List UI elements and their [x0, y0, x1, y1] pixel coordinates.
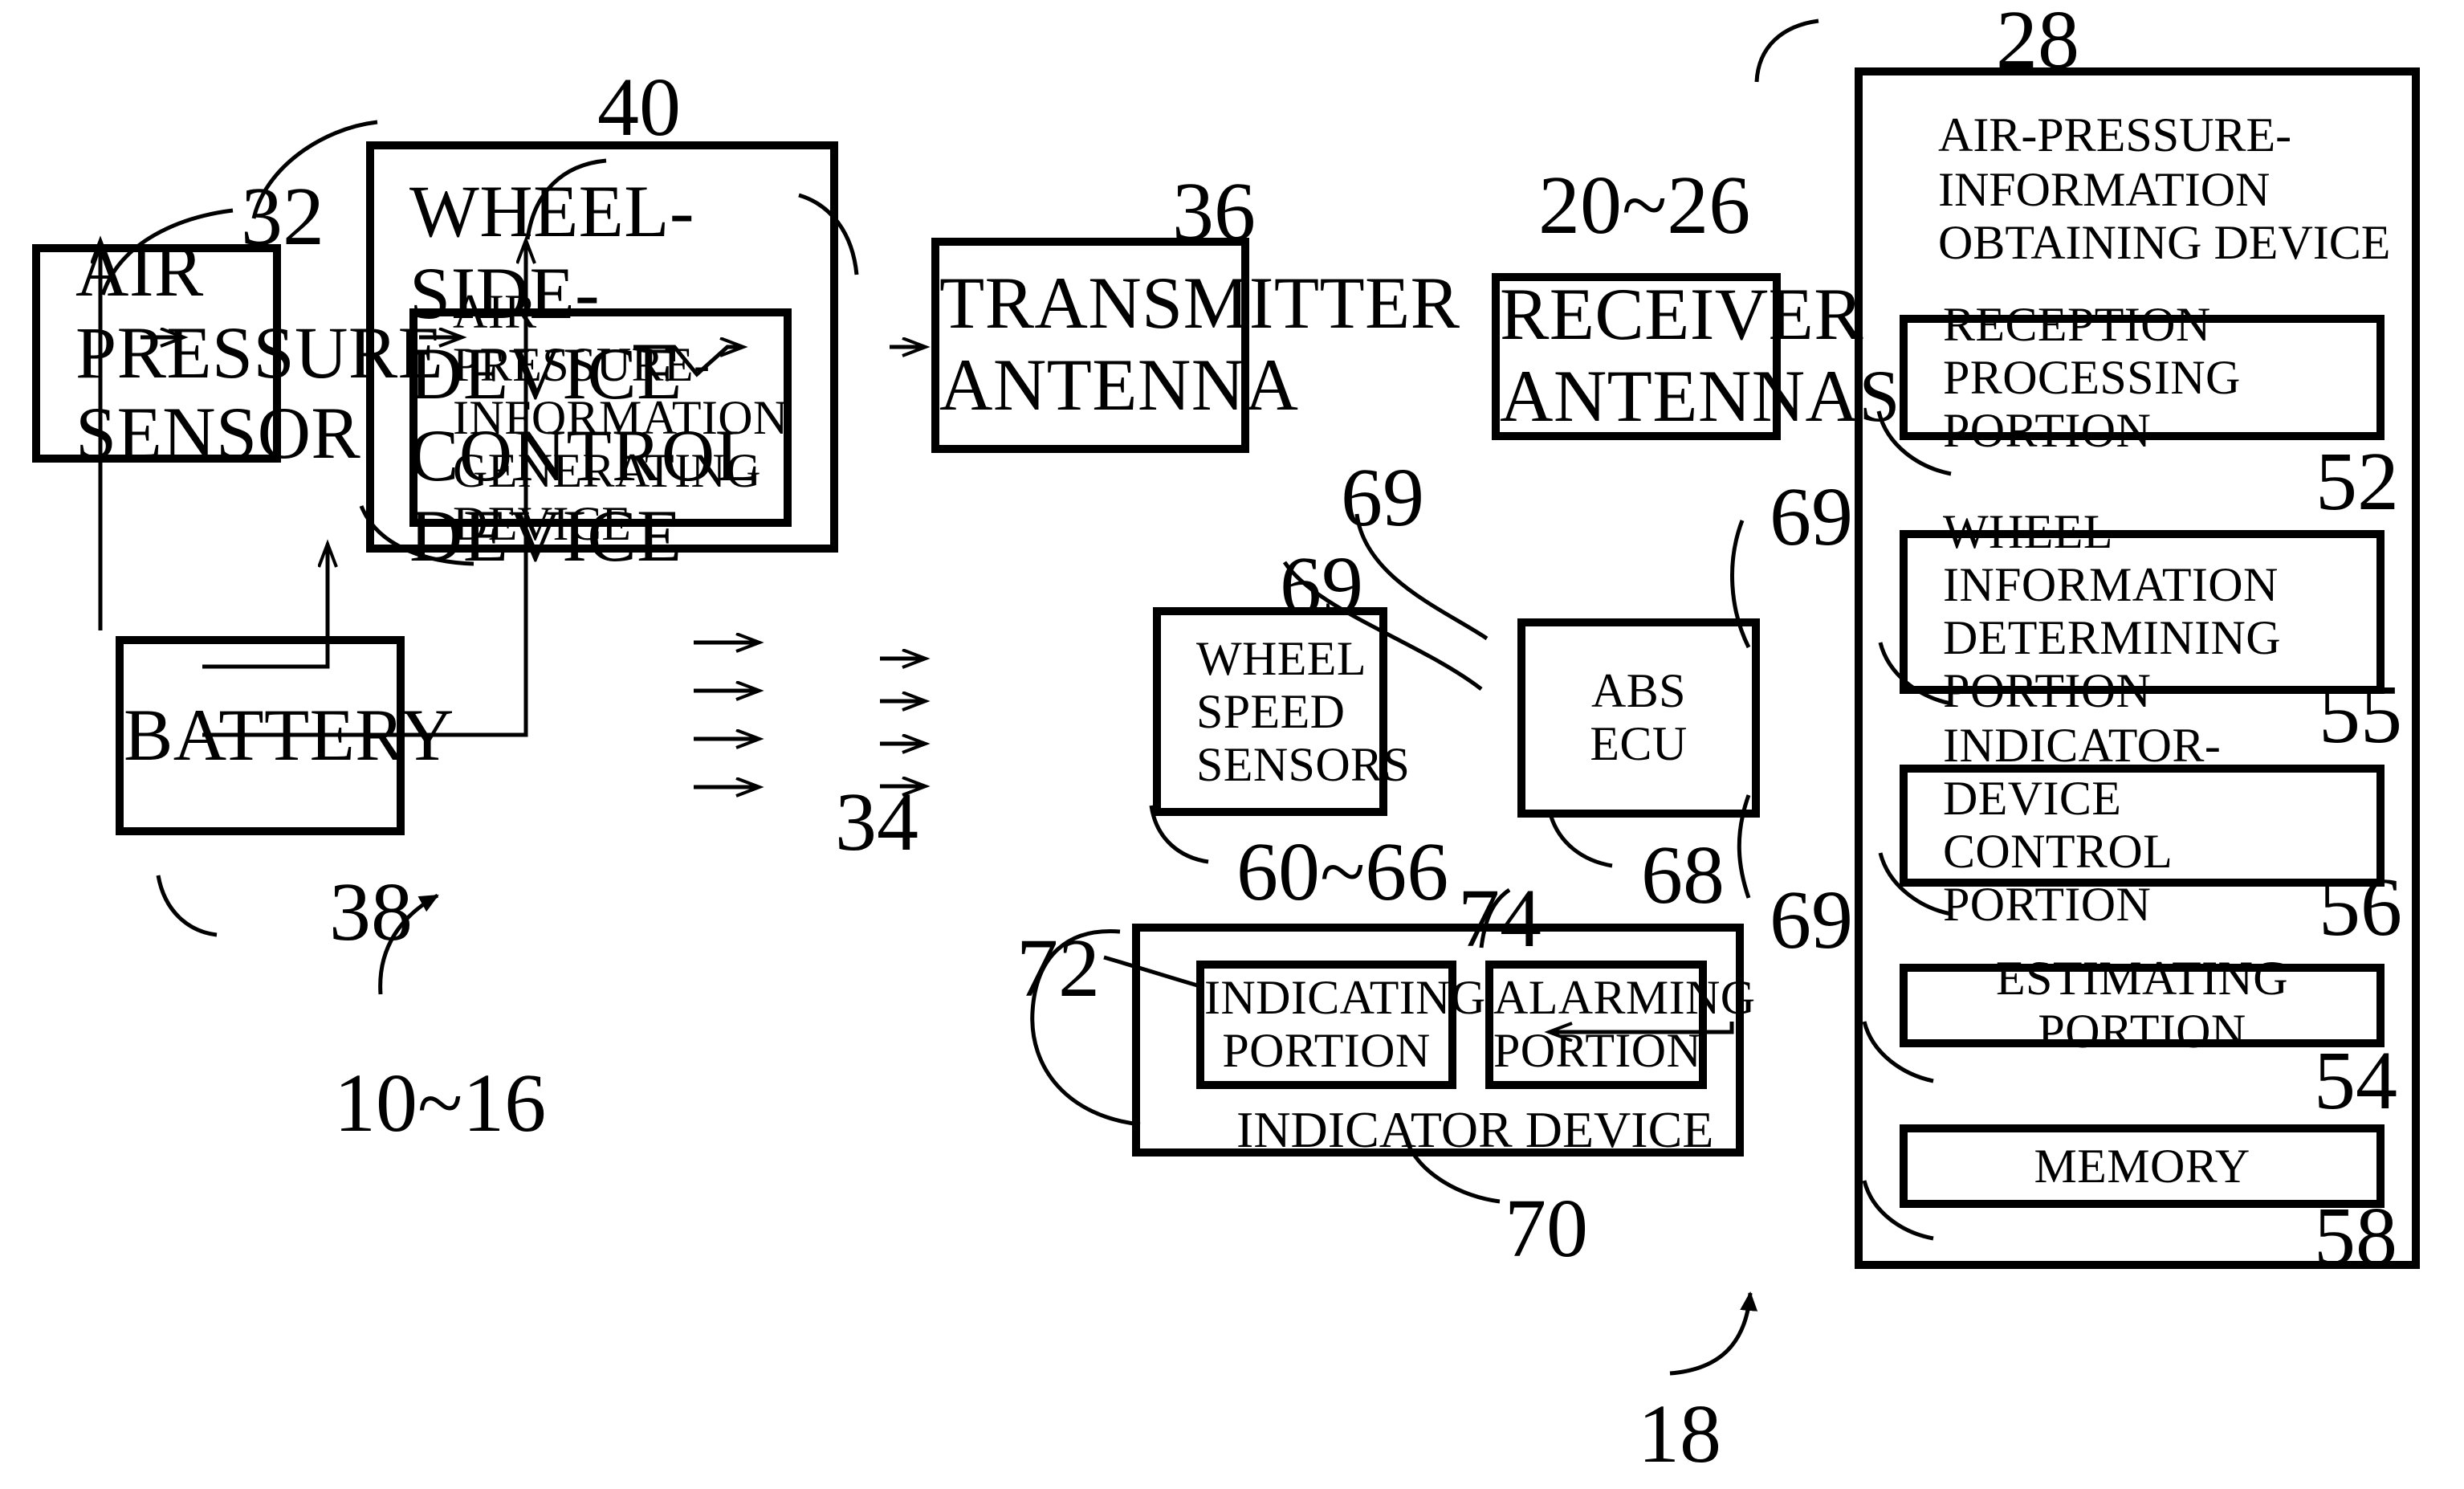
block-air-pressure-sensor[interactable]: AIR PRESSURE SENSOR — [32, 230, 443, 474]
ref-numeral-20-26: 20~26 — [1538, 161, 1751, 252]
block-abs-ecu[interactable]: ABS ECU — [1517, 618, 1760, 818]
panel-indicator-device-title: INDICATOR DEVICE — [1236, 1100, 1714, 1158]
block-receiver-antennas[interactable]: RECEIVER ANTENNAS — [1492, 273, 1900, 440]
block-reception-processing-portion[interactable]: RECEPTION PROCESSING PORTION — [1900, 298, 2385, 457]
block-air-pressure-information-generating-device[interactable]: AIR-PRESSURE- INFORMATION GENERATING DEV… — [409, 285, 792, 550]
block-indicator-device-control-portion-label: INDICATOR-DEVICE CONTROL PORTION — [1943, 720, 2222, 932]
block-battery[interactable]: BATTERY — [116, 636, 454, 835]
block-abs-ecu-label: ABS ECU — [1590, 665, 1688, 771]
block-wheel-information-determining-portion-label: WHEEL-INFORMATION DETERMINING PORTION — [1943, 506, 2282, 718]
block-transmitter-antenna[interactable]: TRANSMITTER ANTENNA — [931, 238, 1460, 453]
ref-numeral-70: 70 — [1505, 1184, 1588, 1275]
block-estimating-portion-label: ESTIMATING PORTION — [1996, 953, 2288, 1059]
block-receiver-antennas-label: RECEIVER ANTENNAS — [1500, 273, 1900, 437]
ref-numeral-34: 34 — [835, 777, 918, 869]
ref-numeral-36: 36 — [1172, 167, 1256, 259]
block-reception-processing-portion-label: RECEPTION PROCESSING PORTION — [1943, 298, 2241, 457]
ref-numeral-69-a: 69 — [1341, 453, 1424, 545]
block-memory-label: MEMORY — [2034, 1140, 2250, 1193]
ref-numeral-10-16: 10~16 — [334, 1059, 547, 1150]
ref-numeral-28: 28 — [1996, 0, 2079, 87]
block-wheel-information-determining-portion[interactable]: WHEEL-INFORMATION DETERMINING PORTION — [1900, 506, 2385, 718]
ref-numeral-58: 58 — [2314, 1192, 2397, 1283]
block-indicator-device-control-portion[interactable]: INDICATOR-DEVICE CONTROL PORTION — [1900, 720, 2385, 932]
ref-numeral-54: 54 — [2314, 1036, 2397, 1128]
ref-numeral-72: 72 — [1016, 924, 1100, 1015]
block-indicating-portion-label: INDICATING PORTION — [1204, 972, 1486, 1078]
block-wheel-speed-sensors-label: WHEEL SPEED SENSORS — [1196, 632, 1411, 791]
ref-numeral-55: 55 — [2319, 670, 2402, 761]
block-air-pressure-sensor-label: AIR PRESSURE SENSOR — [75, 230, 444, 475]
ref-numeral-69-d: 69 — [1770, 875, 1853, 967]
ref-numeral-60-66: 60~66 — [1236, 827, 1449, 919]
ref-numeral-69-b: 69 — [1280, 541, 1363, 633]
block-alarming-portion-label: ALARMING PORTION — [1493, 972, 1756, 1078]
block-battery-label: BATTERY — [124, 693, 454, 776]
ref-numeral-56: 56 — [2319, 863, 2402, 954]
ref-numeral-40: 40 — [597, 63, 681, 154]
patent-figure-canvas: AIR PRESSURE SENSOR WHEEL-SIDE-DEVICE CO… — [0, 0, 2464, 1489]
ref-numeral-18: 18 — [1638, 1389, 1721, 1481]
block-air-pressure-information-generating-device-label: AIR-PRESSURE- INFORMATION GENERATING DEV… — [453, 285, 788, 550]
ref-numeral-32: 32 — [241, 172, 324, 263]
ref-numeral-69-c: 69 — [1770, 472, 1853, 564]
block-transmitter-antenna-label: TRANSMITTER ANTENNA — [939, 262, 1460, 426]
block-indicating-portion[interactable]: INDICATING PORTION — [1196, 961, 1486, 1089]
block-memory[interactable]: MEMORY — [1900, 1124, 2385, 1208]
ref-numeral-74: 74 — [1458, 874, 1542, 965]
block-estimating-portion[interactable]: ESTIMATING PORTION — [1900, 953, 2385, 1059]
block-alarming-portion[interactable]: ALARMING PORTION — [1485, 961, 1756, 1089]
panel-air-pressure-information-obtaining-device-title: AIR-PRESSURE- INFORMATION OBTAINING DEVI… — [1938, 109, 2391, 271]
ref-numeral-52: 52 — [2315, 437, 2399, 528]
ref-numeral-68: 68 — [1641, 830, 1725, 922]
block-wheel-speed-sensors[interactable]: WHEEL SPEED SENSORS — [1153, 607, 1411, 816]
ref-numeral-38: 38 — [329, 867, 413, 959]
